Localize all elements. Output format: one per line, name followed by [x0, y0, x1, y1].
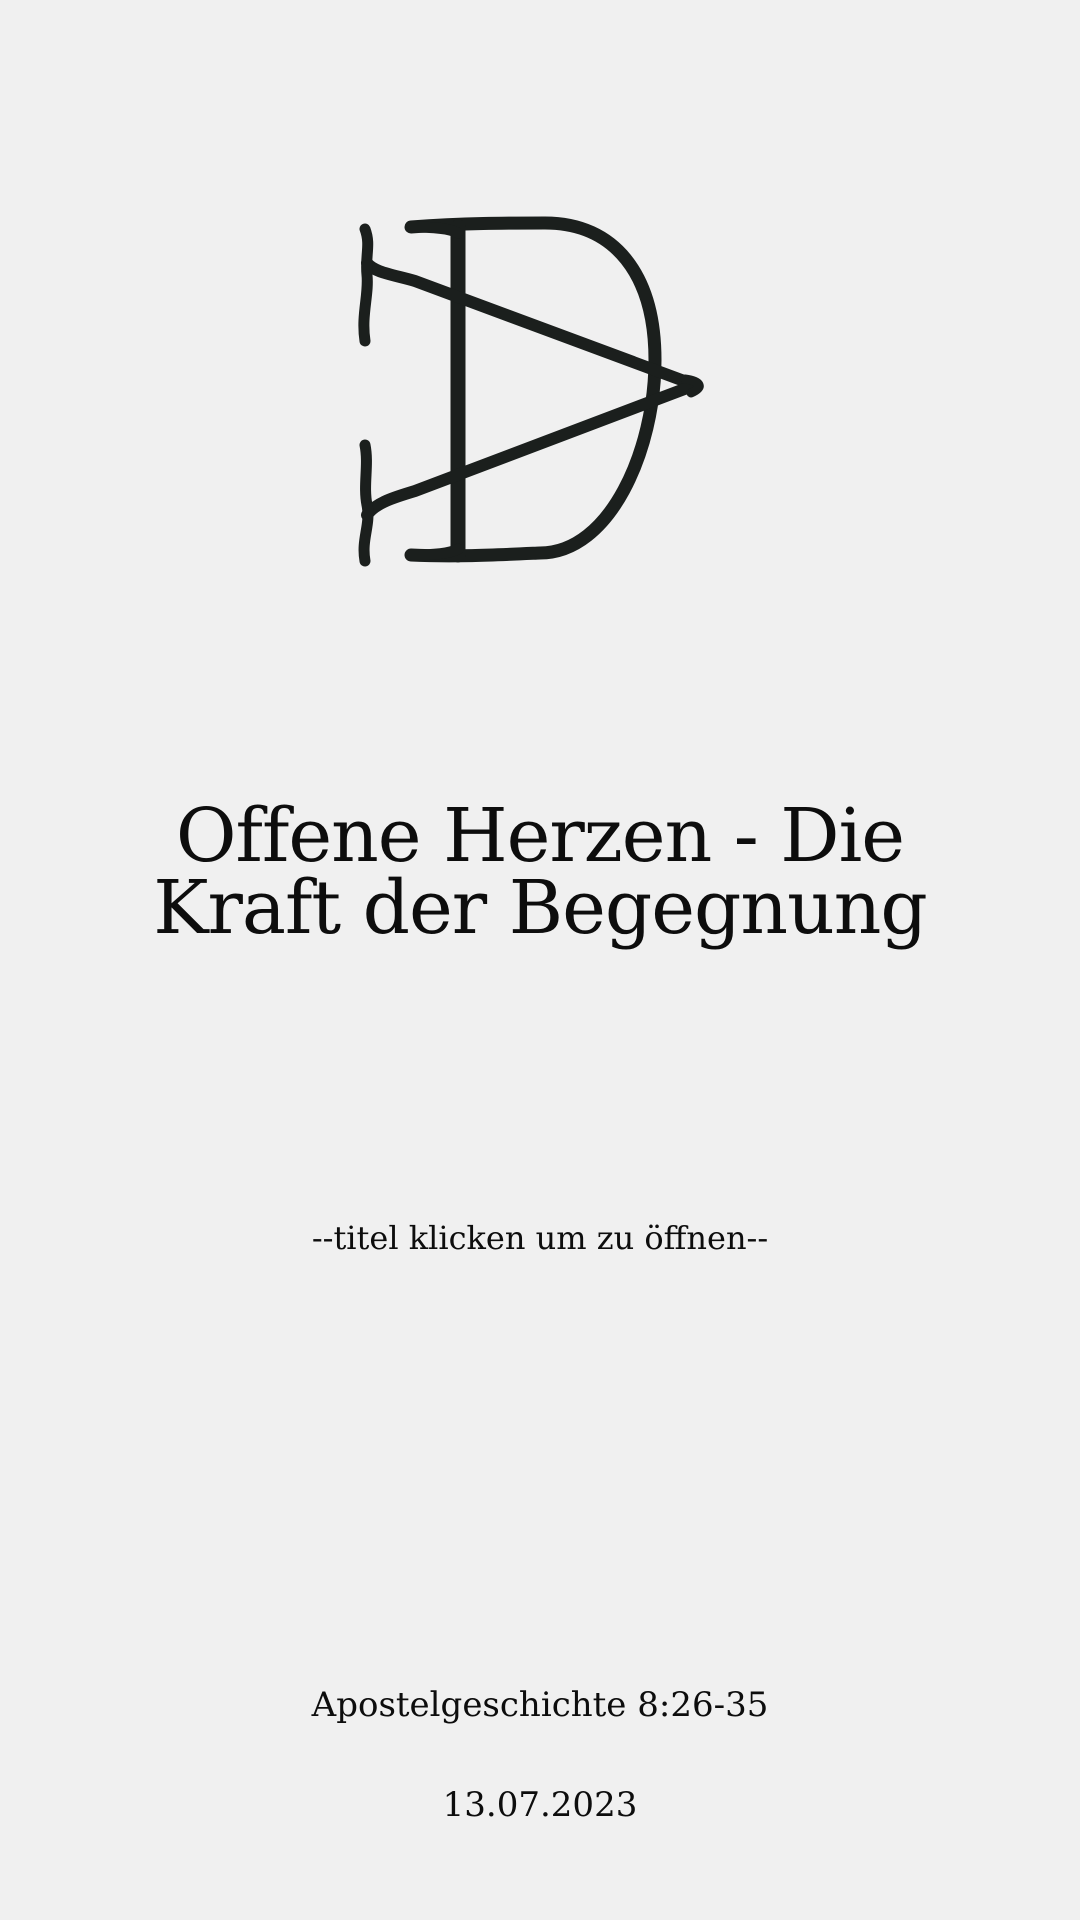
sermon-date: 13.07.2023	[442, 1785, 638, 1825]
sermon-title-link[interactable]: Offene Herzen - Die Kraft der Begegnung	[60, 793, 1020, 951]
title-line-2: Kraft der Begegnung	[153, 865, 928, 951]
scripture-reference: Apostelgeschichte 8:26-35	[311, 1685, 769, 1725]
title-line-1: Offene Herzen - Die	[175, 793, 905, 879]
open-hint-text: --titel klicken um zu öffnen--	[311, 1219, 769, 1257]
dv-monogram-icon	[355, 215, 745, 575]
